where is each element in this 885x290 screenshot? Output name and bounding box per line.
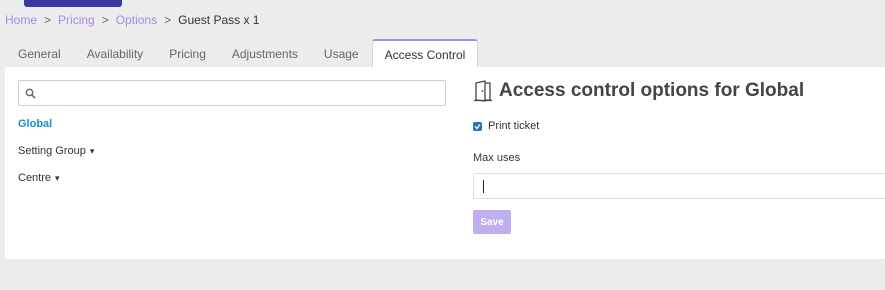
- tab-adjustments[interactable]: Adjustments: [219, 39, 311, 67]
- breadcrumb-pricing[interactable]: Pricing: [58, 13, 95, 27]
- page-title: Access control options for Global: [499, 80, 805, 101]
- tree-item-label: Global: [18, 118, 53, 130]
- print-ticket-label: Print ticket: [488, 120, 540, 132]
- max-uses-input[interactable]: [473, 173, 885, 199]
- tree-item-centre[interactable]: Centre ▾: [18, 172, 60, 184]
- tab-bar: General Availability Pricing Adjustments…: [5, 39, 479, 68]
- access-control-panel: Global Setting Group ▾ Centre ▾ Access c…: [5, 67, 885, 259]
- door-icon: [474, 80, 492, 102]
- max-uses-label: Max uses: [473, 152, 521, 164]
- tree-item-setting-group[interactable]: Setting Group ▾: [18, 145, 94, 157]
- tree-item-global[interactable]: Global: [18, 118, 52, 130]
- section-header: Access control options for Global: [473, 80, 804, 102]
- tree-item-label: Setting Group: [18, 145, 86, 157]
- breadcrumb-home[interactable]: Home: [5, 13, 37, 27]
- breadcrumb-current: Guest Pass x 1: [178, 13, 260, 27]
- breadcrumb-options[interactable]: Options: [116, 13, 157, 27]
- tab-access-control[interactable]: Access Control: [371, 39, 479, 68]
- check-icon: [474, 123, 481, 129]
- search-input[interactable]: [41, 84, 441, 102]
- breadcrumb: Home > Pricing > Options > Guest Pass x …: [5, 12, 259, 28]
- tab-availability[interactable]: Availability: [74, 39, 156, 67]
- text-cursor: [483, 180, 484, 193]
- print-ticket-row: Print ticket: [473, 120, 539, 132]
- tab-usage[interactable]: Usage: [311, 39, 372, 67]
- caret-down-icon: ▾: [55, 172, 60, 183]
- print-ticket-checkbox[interactable]: [473, 121, 482, 131]
- search-box[interactable]: [18, 80, 446, 106]
- breadcrumb-separator: >: [101, 13, 109, 27]
- tree-item-label: Centre: [18, 172, 52, 184]
- caret-down-icon: ▾: [89, 145, 95, 156]
- breadcrumb-separator: >: [164, 13, 172, 27]
- search-icon: [25, 88, 36, 99]
- breadcrumb-separator: >: [44, 13, 52, 27]
- tab-general[interactable]: General: [5, 39, 74, 67]
- top-action-button[interactable]: [24, 0, 122, 7]
- tab-pricing[interactable]: Pricing: [156, 39, 219, 67]
- save-button[interactable]: Save: [473, 210, 511, 234]
